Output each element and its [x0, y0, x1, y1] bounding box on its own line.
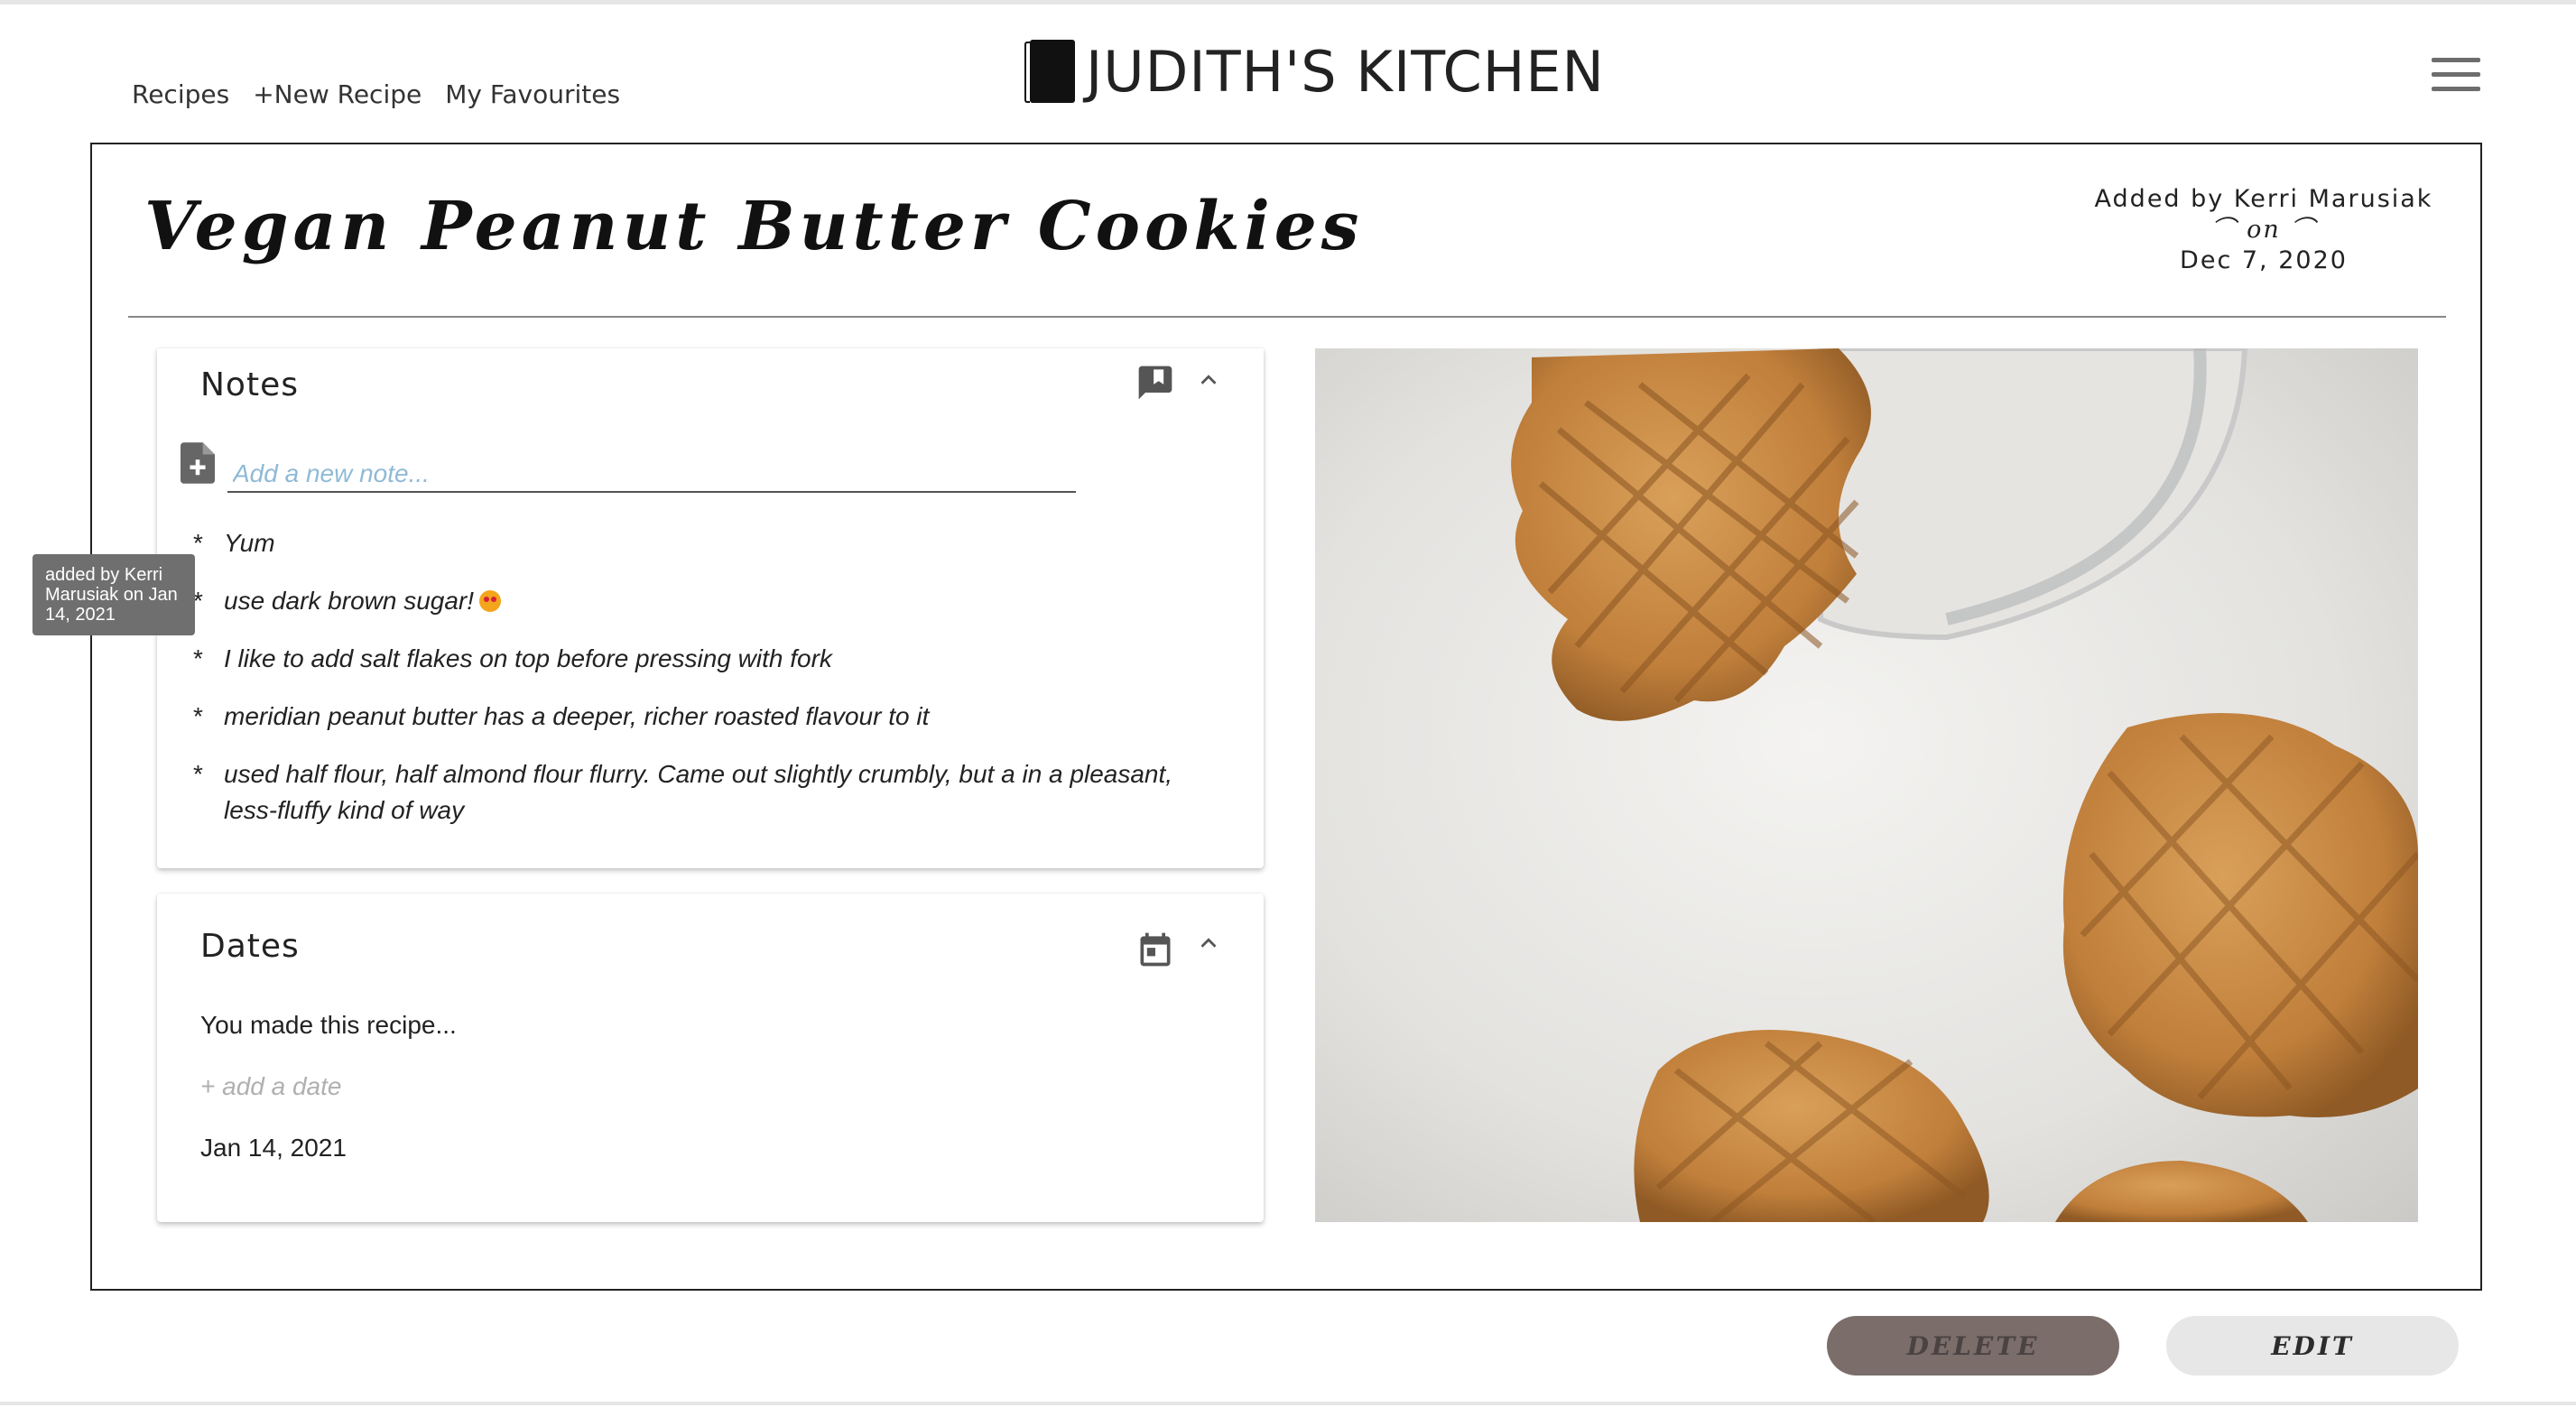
note-item: * Yum — [193, 529, 275, 557]
recipe-title: Vegan Peanut Butter Cookies — [144, 188, 1364, 265]
recipe-photo — [1315, 348, 2418, 1222]
top-border — [0, 0, 2576, 5]
note-tooltip: added by Kerri Marusiak on Jan 14, 2021 — [32, 554, 195, 635]
recipe-card: Vegan Peanut Butter Cookies Added by Ker… — [90, 143, 2482, 1291]
bottom-border — [0, 1402, 2576, 1405]
added-by-text: Added by Kerri Marusiak — [2094, 185, 2433, 213]
note-item: * I like to add salt flakes on top before… — [193, 644, 832, 672]
add-date-link[interactable]: + add a date — [200, 1072, 341, 1101]
hamburger-menu-icon[interactable] — [2432, 58, 2480, 92]
title-divider — [128, 316, 2446, 318]
new-note-input[interactable] — [227, 457, 1076, 493]
new-note-row — [157, 442, 1076, 496]
calendar-icon[interactable] — [1135, 930, 1175, 969]
notes-list: * Yum * use dark brown sugar! * I like to a… — [193, 525, 1213, 850]
nav-new-recipe-link[interactable]: +New Recipe — [253, 79, 422, 109]
nav-favourites-link[interactable]: My Favourites — [445, 79, 620, 109]
made-recipe-text: You made this recipe... — [200, 1011, 457, 1039]
nav-recipes-link[interactable]: Recipes — [132, 79, 229, 109]
delete-button[interactable]: DELETE — [1827, 1316, 2119, 1376]
made-date-entry: Jan 14, 2021 — [200, 1134, 347, 1162]
brand-name: JUDITH'S KITCHEN — [1086, 38, 1605, 105]
notes-panel: Notes *Yum *use dark brown sugar! *I lik… — [157, 348, 1264, 868]
main-nav: Recipes +New Recipe My Favourites — [132, 79, 620, 109]
chevron-up-icon[interactable] — [1195, 930, 1222, 957]
brand-logo[interactable]: JUDITH'S KITCHEN — [1024, 38, 1605, 105]
note-item: * meridian peanut butter has a deeper, ri… — [193, 702, 930, 730]
note-item: * used half flour, half almond flour flur… — [193, 760, 1173, 824]
book-icon — [1024, 38, 1077, 105]
edit-button[interactable]: EDIT — [2166, 1316, 2459, 1376]
comment-bookmark-icon[interactable] — [1135, 363, 1175, 403]
date-added-text: Dec 7, 2020 — [2180, 246, 2348, 274]
recipe-meta: Added by Kerri Marusiak ⌒ on ⌒ Dec 7, 20… — [2092, 184, 2435, 276]
chevron-up-icon[interactable] — [1195, 366, 1222, 394]
notes-panel-title: Notes — [200, 366, 299, 403]
on-label: ⌒ on ⌒ — [2210, 216, 2317, 244]
dates-panel-title: Dates — [200, 928, 300, 965]
note-add-icon[interactable] — [181, 442, 215, 484]
note-item: * use dark brown sugar! — [193, 583, 1213, 619]
heart-eyes-emoji-icon — [479, 590, 502, 612]
dates-panel: Dates You made this recipe... + add a da… — [157, 894, 1264, 1222]
